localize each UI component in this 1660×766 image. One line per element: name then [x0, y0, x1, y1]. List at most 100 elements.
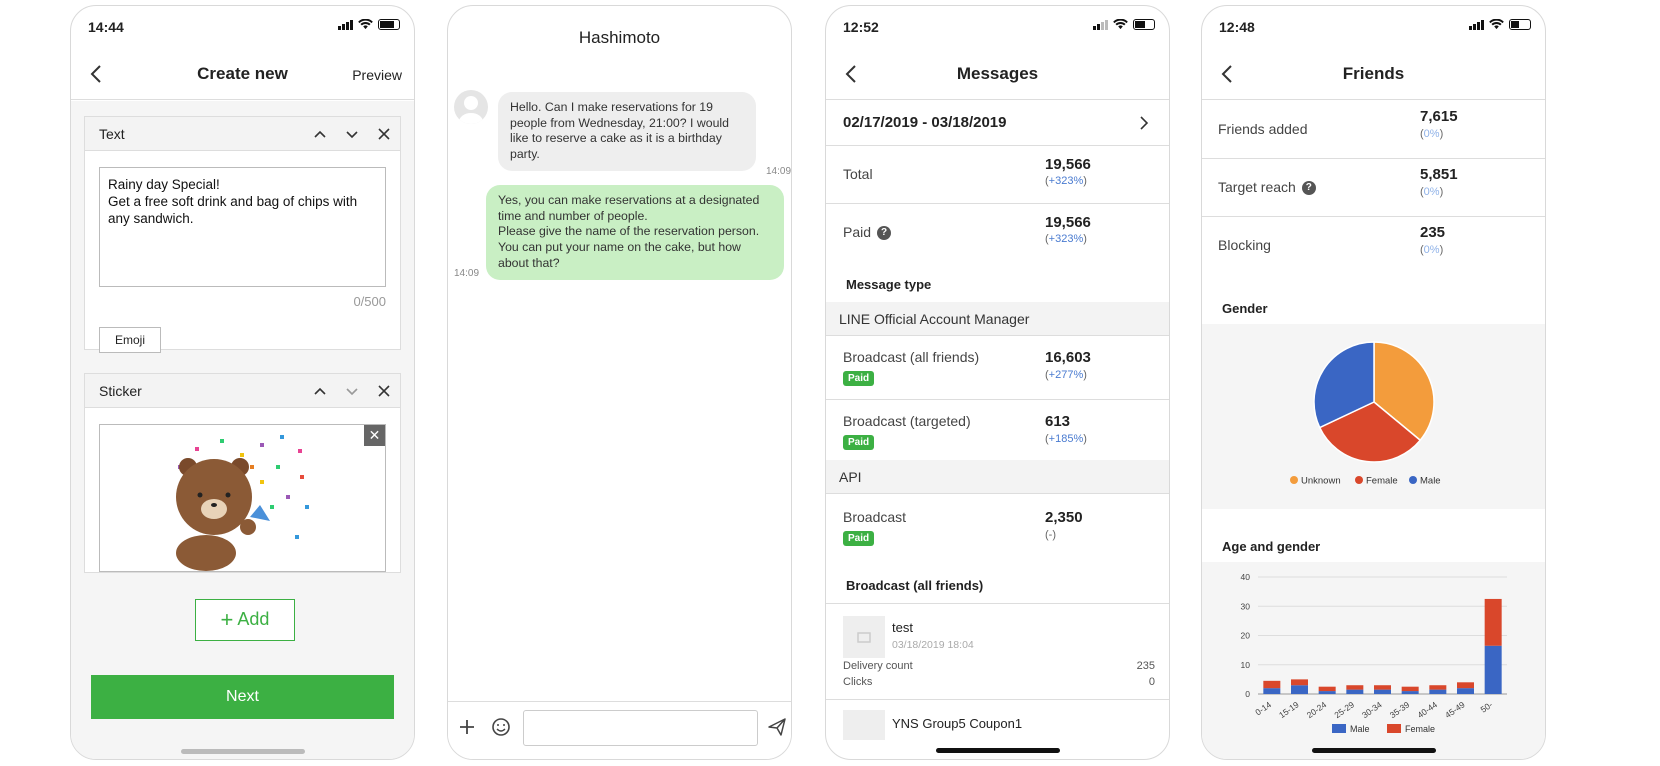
preview-button[interactable]: Preview	[352, 67, 402, 83]
paid-badge: Paid	[843, 371, 875, 386]
date-range-selector[interactable]: 02/17/2019 - 03/18/2019	[826, 101, 1169, 146]
group-api-label: API	[839, 469, 862, 485]
bar-male-20-24	[1318, 691, 1336, 694]
status-icons	[1093, 19, 1155, 30]
legend-label-male: Male	[1350, 724, 1370, 734]
bar-female-20-24	[1318, 686, 1336, 692]
signal-icon	[1093, 19, 1108, 30]
next-button[interactable]: Next	[91, 675, 394, 719]
bar-female-35-39	[1401, 686, 1419, 692]
sticker-preview: ✕	[99, 424, 386, 572]
api-broadcast-change: (-)	[1045, 529, 1056, 541]
blocking-change: (0%)	[1420, 244, 1444, 256]
legend-swatch-male	[1332, 724, 1346, 733]
emoji-icon[interactable]	[490, 716, 512, 738]
broadcast-targeted-pct: +185%	[1048, 433, 1084, 445]
legend-label-female: Female	[1366, 476, 1398, 487]
phone-friends: 12:48 Friends Friends added 7,615 (0%) T…	[1201, 5, 1546, 760]
y-tick-label: 20	[1241, 631, 1251, 641]
bar-female-30-34	[1374, 685, 1391, 690]
nav-bar: Friends	[1202, 48, 1545, 100]
bar-male-30-34	[1374, 689, 1391, 694]
text-card: Text Rainy day Special! Get a free soft …	[84, 116, 401, 353]
send-icon[interactable]	[766, 716, 788, 738]
age-chart-panel: 0 10 20 30 40 0-14 15-19 20-24 25-29 30-34 35-39 40…	[1202, 562, 1545, 759]
paid-value: 19,566	[1045, 214, 1091, 231]
broadcast-list-item[interactable]: test 03/18/2019 18:04 Delivery count 235…	[826, 604, 1169, 700]
y-tick-label: 10	[1241, 660, 1251, 670]
signal-icon	[338, 19, 353, 30]
image-placeholder-icon	[843, 616, 885, 658]
y-tick-label: 30	[1241, 601, 1251, 611]
target-reach-row: Target reach? 5,851 (0%)	[1202, 159, 1545, 217]
message-input[interactable]	[523, 710, 758, 746]
total-pct: +323%	[1048, 175, 1084, 187]
battery-icon	[1509, 19, 1531, 30]
phone-messages: 12:52 Messages 02/17/2019 - 03/18/2019 T…	[825, 5, 1170, 760]
x-tick-label: 15-19	[1277, 699, 1301, 720]
help-icon[interactable]: ?	[1301, 181, 1316, 196]
page-title: Messages	[956, 64, 1039, 83]
home-indicator	[1311, 748, 1436, 753]
add-button[interactable]: + Add	[195, 599, 295, 641]
close-icon[interactable]	[374, 124, 394, 144]
paid-label: Paid	[843, 224, 872, 240]
group-api-heading: API	[826, 460, 1169, 494]
outgoing-message: Yes, you can make reservations at a desi…	[486, 185, 784, 280]
legend-label-unknown: Unknown	[1301, 476, 1341, 487]
clicks-label: Clicks	[843, 676, 873, 688]
chat-title: Hashimoto	[578, 28, 661, 47]
home-indicator	[180, 749, 305, 754]
gender-chart-panel: Unknown Female Male	[1202, 324, 1545, 509]
broadcast-list-item[interactable]: YNS Group5 Coupon1	[826, 700, 1169, 740]
broadcast-all-row[interactable]: Broadcast (all friends) Paid 16,603 (+27…	[826, 336, 1169, 400]
phone-create-new: 14:44 Create new Preview Text Rainy day …	[70, 5, 415, 760]
y-tick-label: 40	[1241, 572, 1251, 582]
broadcast-all-pct: +277%	[1048, 369, 1084, 381]
move-down-icon[interactable]	[342, 381, 362, 401]
help-icon[interactable]: ?	[877, 226, 892, 241]
remove-sticker-icon[interactable]: ✕	[364, 425, 385, 446]
target-reach-value: 5,851	[1420, 166, 1458, 183]
x-tick-label: 35-39	[1388, 699, 1412, 720]
message-type-heading: Message type	[826, 262, 1169, 302]
move-up-icon[interactable]	[310, 381, 330, 401]
gender-title: Gender	[1222, 301, 1268, 316]
api-broadcast-row[interactable]: Broadcast Paid 2,350 (-)	[826, 494, 1169, 558]
delivery-count-label: Delivery count	[843, 660, 913, 672]
incoming-message: Hello. Can I make reservations for 19 pe…	[498, 92, 756, 171]
bear-figure	[176, 458, 270, 571]
user-avatar	[454, 90, 488, 124]
broadcast-targeted-row[interactable]: Broadcast (targeted) Paid 613 (+185%)	[826, 400, 1169, 460]
plus-icon: +	[220, 607, 234, 632]
bar-female-15-19	[1291, 679, 1308, 686]
plus-icon[interactable]	[456, 716, 478, 738]
messages-content: 02/17/2019 - 03/18/2019 Total 19,566 (+3…	[826, 101, 1169, 759]
y-tick-label: 0	[1245, 689, 1250, 699]
page-title: Friends	[1342, 64, 1405, 83]
move-up-icon[interactable]	[310, 124, 330, 144]
paid-label-wrap: Paid?	[843, 224, 892, 241]
close-icon[interactable]	[374, 381, 394, 401]
message-text-field[interactable]: Rainy day Special! Get a free soft drink…	[99, 167, 386, 287]
battery-icon	[1133, 19, 1155, 30]
status-bar: 12:48	[1202, 6, 1545, 46]
sticker-card-header: Sticker	[85, 374, 400, 408]
friends-added-row: Friends added 7,615 (0%)	[1202, 101, 1545, 159]
total-value: 19,566	[1045, 156, 1091, 173]
bar-male-0-14	[1263, 688, 1281, 694]
editor-area: Text Rainy day Special! Get a free soft …	[71, 101, 414, 759]
broadcast-list-heading: Broadcast (all friends)	[826, 558, 1169, 604]
emoji-button[interactable]: Emoji	[99, 327, 161, 353]
char-counter: 0/500	[353, 294, 386, 309]
signal-icon	[1469, 19, 1484, 30]
group-oam-label: LINE Official Account Manager	[839, 311, 1030, 327]
x-tick-label: 40-44	[1415, 699, 1439, 720]
legend-label-male: Male	[1420, 476, 1441, 487]
paid-badge: Paid	[843, 435, 875, 450]
outgoing-timestamp: 14:09	[454, 268, 480, 279]
bar-female-40-44	[1429, 685, 1447, 690]
move-down-icon[interactable]	[342, 124, 362, 144]
status-icons	[1469, 19, 1531, 30]
sticker-card: Sticker ✕	[84, 373, 401, 573]
